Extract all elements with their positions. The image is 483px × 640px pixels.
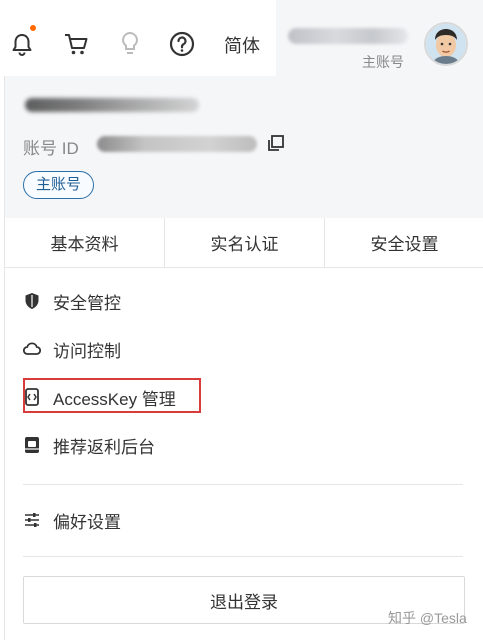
watermark: 知乎 @Tesla — [388, 610, 467, 626]
avatar[interactable] — [424, 22, 468, 66]
key-icon — [23, 388, 41, 406]
account-menu-trigger[interactable]: 主账号 — [276, 0, 483, 76]
account-role-label: 主账号 — [362, 54, 404, 70]
menu-item-label: AccessKey 管理 — [53, 389, 176, 409]
shield-icon — [23, 292, 41, 310]
role-badge: 主账号 — [23, 171, 95, 199]
tab-security-settings[interactable]: 安全设置 — [325, 218, 483, 267]
menu-item-accesskey-management[interactable]: AccessKey 管理 — [23, 382, 176, 412]
lightbulb-icon[interactable] — [116, 30, 144, 58]
account-dropdown-panel: 账号 ID 主账号 基本资料 实名认证 安全设置 安全管控 访问控制 Acces… — [4, 76, 483, 640]
redacted-account-name — [288, 28, 408, 44]
tab-basic-info[interactable]: 基本资料 — [5, 218, 165, 267]
bell-icon[interactable] — [8, 30, 36, 58]
account-summary: 账号 ID 主账号 — [5, 76, 483, 218]
cart-icon[interactable] — [62, 30, 90, 58]
menu-divider — [23, 556, 463, 557]
cloud-icon — [23, 340, 41, 358]
menu-item-referral-rebate[interactable]: 推荐返利后台 — [23, 430, 155, 460]
menu-item-label: 访问控制 — [53, 341, 121, 361]
menu-item-access-control[interactable]: 访问控制 — [23, 334, 121, 364]
rebate-icon — [23, 436, 41, 454]
copy-icon[interactable] — [267, 134, 285, 152]
notification-dot — [30, 25, 36, 31]
menu-item-label: 安全管控 — [53, 293, 121, 313]
language-switcher[interactable]: 简体 — [224, 32, 260, 58]
account-tabs: 基本资料 实名认证 安全设置 — [5, 218, 483, 268]
account-id-label: 账号 ID — [23, 139, 79, 158]
menu-divider — [23, 484, 463, 485]
help-icon[interactable] — [168, 30, 196, 58]
menu-item-preferences[interactable]: 偏好设置 — [23, 505, 121, 535]
redacted-username — [25, 98, 199, 112]
redacted-account-id — [97, 136, 257, 152]
tab-real-name-verification[interactable]: 实名认证 — [165, 218, 325, 267]
sliders-icon — [23, 511, 41, 529]
menu-item-label: 推荐返利后台 — [53, 437, 155, 457]
menu-item-security-control[interactable]: 安全管控 — [23, 286, 121, 316]
menu-item-label: 偏好设置 — [53, 512, 121, 532]
top-bar: 简体 主账号 — [0, 0, 483, 76]
